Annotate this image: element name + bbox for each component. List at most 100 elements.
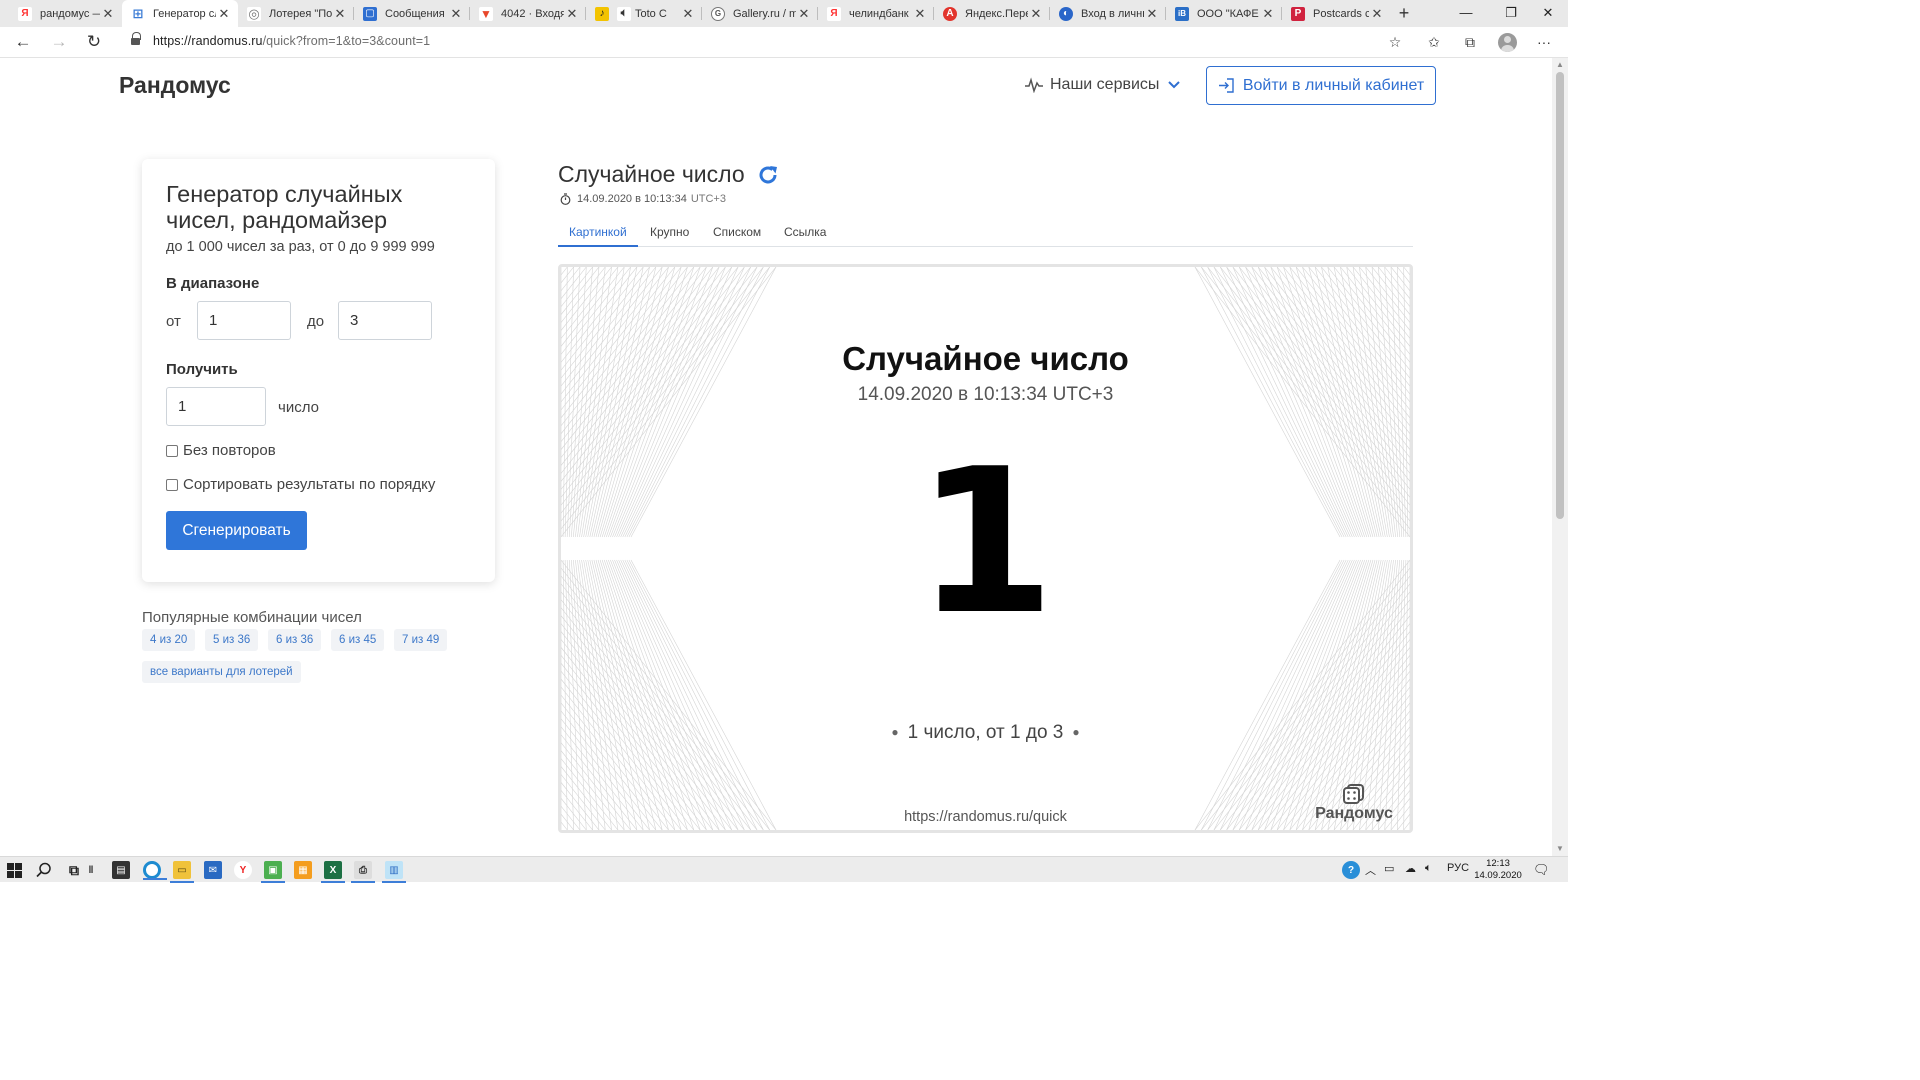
close-icon[interactable]: ✕ [564, 6, 580, 22]
printer-app-icon[interactable]: ⎙ [351, 861, 375, 883]
file-explorer-icon[interactable]: ▭ [170, 861, 194, 883]
result-heading: Случайное число [558, 161, 779, 188]
browser-tab[interactable]: ▢ Сообщения ✕ [354, 0, 470, 27]
scroll-down-icon[interactable]: ▼ [1555, 844, 1565, 853]
tab-list[interactable]: Списком [702, 225, 772, 247]
scrollbar-thumb[interactable] [1556, 72, 1564, 519]
browser-tab[interactable]: ◎ Лотерея "Поб ✕ [238, 0, 354, 27]
tab-title: Вход в личны [1081, 7, 1144, 20]
refresh-icon[interactable] [757, 164, 779, 186]
tab-image[interactable]: Картинкой [558, 225, 638, 247]
site-logo[interactable]: Рандомус [119, 72, 231, 99]
store-icon[interactable]: ▤ [112, 861, 130, 879]
green-app-icon[interactable]: ▣ [261, 861, 285, 883]
url-field[interactable]: https://randomus.ru/quick?from=1&to=3&co… [153, 34, 430, 48]
browser-tab-active[interactable]: ⊞ Генератор сл ✕ [122, 0, 238, 27]
pulse-icon [1025, 77, 1043, 93]
favorites-list-icon[interactable]: ✩ [1422, 31, 1446, 53]
help-icon[interactable]: ? [1342, 861, 1360, 879]
notifications-icon[interactable]: 🗨︎ [1533, 862, 1550, 878]
close-icon[interactable]: ✕ [448, 6, 464, 22]
close-icon[interactable]: ✕ [1028, 6, 1044, 22]
taskbar-clock[interactable]: 12:13 14.09.2020 [1473, 858, 1523, 882]
popular-combo-link[interactable]: 4 из 20 [142, 629, 196, 651]
popular-combo-link[interactable]: 5 из 36 [205, 629, 259, 651]
volume-icon[interactable]: 🔈︎ [1425, 862, 1432, 875]
close-icon[interactable]: ✕ [1260, 6, 1276, 22]
popular-combo-link[interactable]: 6 из 36 [268, 629, 322, 651]
tab-link[interactable]: Ссылка [773, 225, 837, 247]
browser-tab[interactable]: ◐ Вход в личны ✕ [1050, 0, 1166, 27]
yandex-browser-icon[interactable]: Y [234, 861, 252, 879]
form-title: Генератор случайных чисел, рандомайзер [166, 181, 403, 233]
network-icon[interactable]: ▭ [1384, 862, 1394, 875]
minimize-button[interactable]: — [1446, 0, 1486, 27]
yandex-icon: Я [18, 6, 32, 21]
scroll-up-icon[interactable]: ▲ [1555, 60, 1565, 69]
watermark-text: Рандомус [1315, 805, 1393, 822]
browser-tab[interactable]: A Яндекс.Переі ✕ [934, 0, 1050, 27]
browser-tab-strip: Я рандомус — Я ✕ ⊞ Генератор сл ✕ ◎ Лоте… [0, 0, 1568, 27]
profile-avatar-icon[interactable] [1498, 33, 1517, 52]
browser-tab[interactable]: P Postcards con ✕ [1282, 0, 1391, 27]
speaker-icon[interactable]: 🔈︎ [617, 6, 631, 21]
count-input[interactable]: 1 [166, 387, 266, 426]
services-menu[interactable]: Наши сервисы [1024, 76, 1181, 94]
close-icon[interactable]: ✕ [332, 6, 348, 22]
task-view-icon[interactable]: ⧉ [65, 861, 83, 879]
tray-overflow-icon[interactable]: ︿ [1365, 862, 1376, 878]
browser-tab[interactable]: G Gallery.ru / m ✕ [702, 0, 818, 27]
browser-tab[interactable]: ♪ 🔈︎ Toto С ✕ [586, 0, 702, 27]
close-icon[interactable]: ✕ [680, 6, 696, 22]
browser-tab[interactable]: Я челиндбанк и ✕ [818, 0, 934, 27]
from-input[interactable]: 1 [197, 301, 291, 340]
popular-combo-link[interactable]: 7 из 49 [394, 629, 448, 651]
search-icon[interactable] [36, 862, 52, 878]
mail-icon: ▼ [479, 6, 493, 21]
close-icon[interactable]: ✕ [796, 6, 812, 22]
collections-icon[interactable]: ⧉ [1458, 31, 1482, 53]
browser-tab[interactable]: ▼ 4042 · Входящ ✕ [470, 0, 586, 27]
close-icon[interactable]: ✕ [912, 6, 928, 22]
no-repeat-checkbox[interactable]: Без повторов [166, 442, 276, 459]
notepad-icon[interactable]: ▥ [382, 861, 406, 883]
reload-button[interactable]: ↻ [81, 30, 107, 54]
close-icon[interactable]: ✕ [1144, 6, 1160, 22]
input-language[interactable]: РУС [1447, 862, 1469, 874]
all-lotteries-link[interactable]: все варианты для лотерей [142, 661, 301, 683]
onedrive-icon[interactable]: ☁ [1405, 862, 1416, 875]
back-button[interactable]: ← [10, 30, 36, 54]
close-icon[interactable]: ✕ [1369, 6, 1385, 22]
tab-large[interactable]: Крупно [639, 225, 700, 247]
login-button[interactable]: Войти в личный кабинет [1206, 66, 1436, 105]
media-app-icon[interactable]: ▦ [294, 861, 312, 879]
page-scrollbar[interactable]: ▲ ▼ [1552, 58, 1568, 856]
close-icon[interactable]: ✕ [100, 6, 116, 22]
login-label: Войти в личный кабинет [1242, 76, 1425, 94]
sort-checkbox[interactable]: Сортировать результаты по порядку [166, 476, 435, 493]
browser-tab[interactable]: Я рандомус — Я ✕ [9, 0, 122, 27]
tab-title: ООО "КАФЕ Т [1197, 7, 1260, 20]
new-tab-button[interactable]: + [1393, 2, 1415, 24]
result-view-tabs: Картинкой Крупно Списком Ссылка [558, 223, 1413, 247]
generate-button[interactable]: Сгенерировать [166, 511, 307, 550]
edge-browser-icon[interactable] [143, 861, 167, 880]
favorite-star-icon[interactable]: ☆ [1383, 31, 1407, 53]
more-menu-icon[interactable]: ··· [1532, 31, 1556, 53]
restore-button[interactable]: ❐ [1491, 0, 1531, 27]
from-label: от [166, 313, 181, 330]
close-window-button[interactable]: ✕ [1528, 0, 1568, 27]
checkbox-box[interactable] [166, 478, 178, 491]
browser-tab[interactable]: iB ООО "КАФЕ Т ✕ [1166, 0, 1282, 27]
forward-button[interactable]: → [46, 30, 72, 54]
close-icon[interactable]: ✕ [216, 6, 232, 22]
to-input[interactable]: 3 [338, 301, 432, 340]
windows-start-icon[interactable] [7, 863, 22, 878]
checkbox-box[interactable] [166, 444, 178, 457]
excel-icon[interactable]: X [321, 861, 345, 883]
mail-app-icon[interactable]: ✉ [204, 861, 222, 879]
windows-taskbar: ⧉ ‖ ▤ ▭ ✉ Y ▣ ▦ X ⎙ ▥ ? ︿ ▭ ☁ 🔈︎ РУС 12:… [0, 856, 1568, 883]
result-timezone: UTC+3 [690, 193, 726, 205]
popular-combo-link[interactable]: 6 из 45 [331, 629, 385, 651]
lock-icon[interactable] [131, 32, 141, 47]
